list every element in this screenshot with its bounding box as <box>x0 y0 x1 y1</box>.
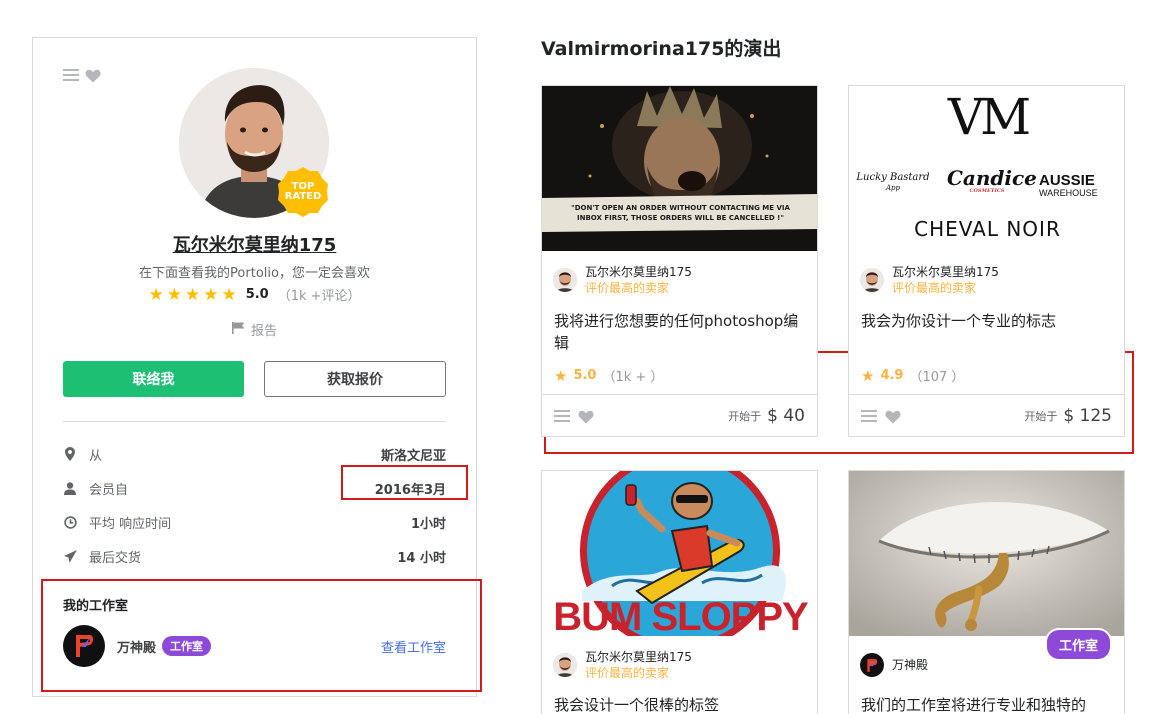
user-icon <box>63 481 77 495</box>
contact-me-button[interactable]: 联络我 <box>63 361 244 397</box>
seller-level: 评价最高的卖家 <box>585 666 670 680</box>
star-icon: ★ <box>184 284 201 305</box>
seller-stats: 从 斯洛文尼亚 会员自 2016年3月 平均 响应时间 1小时 最后交货 14 … <box>63 437 446 573</box>
seller-name[interactable]: 万神殿 <box>892 657 928 673</box>
gig-image[interactable]: BUM SLOPPY <box>542 471 817 636</box>
highlight-box-member-since <box>341 465 468 500</box>
gigs-section-title: Valmirmorina175的演出 <box>541 38 782 60</box>
gig-title[interactable]: 我将进行您想要的任何photoshop编辑 <box>554 310 805 354</box>
heart-icon[interactable] <box>885 409 901 423</box>
location-pin-icon <box>63 447 77 461</box>
seller-rating: ★ ★ ★ ★ ★ 5.0 （1k +评论） <box>33 284 476 305</box>
stat-row-last-delivery: 最后交货 14 小时 <box>63 539 446 573</box>
stat-label: 会员自 <box>89 482 129 498</box>
gig-card[interactable]: 工作室 万神殿 我们的工作室将进行专业和独特的 <box>848 470 1125 714</box>
top-rated-badge: TOP RATED <box>277 166 329 218</box>
top-rated-line2: RATED <box>284 191 322 202</box>
gig-footer: 开始于 $ 125 <box>849 394 1124 436</box>
seller-tagline: 在下面查看我的Portolio，您一定会喜欢 <box>139 266 370 281</box>
gig-title[interactable]: 我们的工作室将进行专业和独特的 <box>861 694 1112 714</box>
stat-label: 从 <box>89 448 103 464</box>
gig-rating-score: 5.0 <box>573 368 597 383</box>
seller-name[interactable]: 瓦尔米尔莫里纳175 <box>585 264 692 280</box>
gig-image[interactable]: VM Lucky Bastard App Candice COSMETICS A… <box>849 86 1124 251</box>
highlight-box-agency <box>41 579 482 692</box>
seller-avatar-wrap: TOP RATED <box>179 68 329 218</box>
stat-row-response-time: 平均 响应时间 1小时 <box>63 505 446 539</box>
gig-image[interactable]: "DON'T OPEN AN ORDER WITHOUT CONTACTING … <box>542 86 817 251</box>
divider <box>63 421 446 422</box>
seller-name[interactable]: 瓦尔米尔莫里纳175 <box>585 649 692 665</box>
report-label: 报告 <box>250 324 277 339</box>
paper-plane-icon <box>63 549 77 563</box>
gig-price[interactable]: $ 125 <box>1063 406 1112 426</box>
gig-price[interactable]: $ 40 <box>767 406 805 426</box>
star-icon: ★ <box>554 366 568 385</box>
gig-seller: 瓦尔米尔莫里纳175 评价最高的卖家 <box>553 264 692 296</box>
stat-value: 斯洛文尼亚 <box>380 448 446 464</box>
gig-card[interactable]: "DON'T OPEN AN ORDER WITHOUT CONTACTING … <box>541 85 818 437</box>
seller-level: 评价最高的卖家 <box>585 281 670 295</box>
seller-name[interactable]: 瓦尔米尔莫里纳175 <box>892 264 999 280</box>
seller-avatar[interactable] <box>860 268 884 292</box>
gig-seller: 瓦尔米尔莫里纳175 评价最高的卖家 <box>860 264 999 296</box>
star-icon: ★ <box>203 284 219 305</box>
stat-value: 1小时 <box>410 516 446 532</box>
gig-title[interactable]: 我会为你设计一个专业的标志 <box>861 310 1112 332</box>
gig-rating: ★ 5.0 （1k + ） <box>554 366 664 386</box>
seller-avatar[interactable] <box>553 268 577 292</box>
price-label: 开始于 <box>728 409 762 423</box>
agency-avatar[interactable] <box>860 653 884 677</box>
seller-level: 评价最高的卖家 <box>892 281 977 295</box>
clock-icon <box>63 515 77 529</box>
stat-label: 平均 响应时间 <box>89 516 172 532</box>
gig-card[interactable]: BUM SLOPPY 瓦尔米尔莫里纳175 评价最高的卖家 我会设计一个很棒的标… <box>541 470 818 714</box>
stat-value: 14 小时 <box>397 550 446 566</box>
gig-image-logo-1: Lucky Bastard App <box>856 172 930 192</box>
gig-image-caption: BUM SLOPPY <box>553 595 808 636</box>
star-icon: ★ <box>861 366 875 385</box>
seller-avatar[interactable] <box>553 653 577 677</box>
price-label: 开始于 <box>1024 409 1058 423</box>
gig-image-caption: "DON'T OPEN AN ORDER WITHOUT CONTACTING … <box>571 204 790 222</box>
card-actions <box>63 68 101 83</box>
gig-image-monogram: VM <box>947 88 1031 146</box>
gig-image-logo-2: Candice COSMETICS <box>947 166 1037 194</box>
gig-rating-count: （1k + ） <box>602 370 664 385</box>
gig-image-logo-3: AUSSIE WAREHOUSE <box>1039 172 1098 198</box>
list-menu-icon[interactable] <box>63 68 79 82</box>
star-icon: ★ <box>221 284 237 305</box>
list-menu-icon[interactable] <box>861 409 877 423</box>
rating-score: 5.0 <box>245 287 269 302</box>
gig-title[interactable]: 我会设计一个很棒的标签 <box>554 694 805 714</box>
stat-label: 最后交货 <box>89 550 142 566</box>
gig-seller: 万神殿 <box>860 653 928 677</box>
flag-icon <box>231 321 245 338</box>
gig-rating-count: （107 ） <box>909 370 965 385</box>
gig-rating: ★ 4.9 （107 ） <box>861 366 965 386</box>
rating-count: （1k +评论） <box>277 289 361 304</box>
star-icon: ★ <box>148 284 164 305</box>
list-menu-icon[interactable] <box>554 409 570 423</box>
heart-icon[interactable] <box>85 68 101 83</box>
seller-name-link[interactable]: 瓦尔米尔莫里纳175 <box>33 231 476 257</box>
star-icon: ★ <box>166 284 182 305</box>
studio-badge: 工作室 <box>1044 628 1112 661</box>
gig-card[interactable]: VM Lucky Bastard App Candice COSMETICS A… <box>848 85 1125 437</box>
heart-icon[interactable] <box>578 409 594 423</box>
gig-footer: 开始于 $ 40 <box>542 394 817 436</box>
gig-rating-score: 4.9 <box>880 368 904 383</box>
get-quote-button[interactable]: 获取报价 <box>264 361 446 397</box>
gig-seller: 瓦尔米尔莫里纳175 评价最高的卖家 <box>553 649 692 681</box>
gig-image[interactable] <box>849 471 1124 636</box>
gig-image-logo-4: CHEVAL NOIR <box>914 217 1061 241</box>
report-link[interactable]: 报告 <box>33 320 476 339</box>
